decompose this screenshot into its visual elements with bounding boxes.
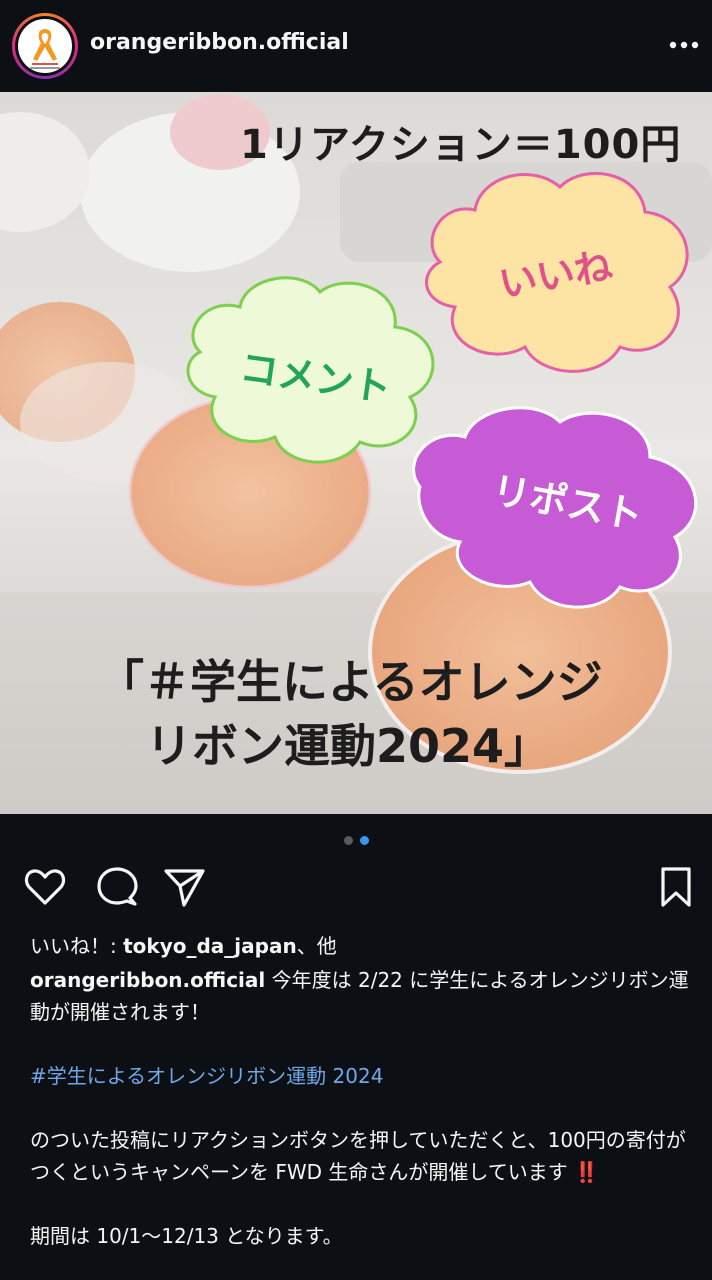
likes-summary: いいね！: tokyo_da_japan、他	[30, 930, 337, 959]
carousel-indicator	[0, 836, 712, 846]
caption-text-3: 期間は 10/1～12/13 となります。	[30, 1224, 343, 1248]
liked-by-user[interactable]: tokyo_da_japan	[123, 934, 297, 958]
heart-icon[interactable]	[22, 864, 68, 914]
caption-paragraph-3: のついた投稿にリアクションボタンを押していただくと、100円の寄付がつくというキ…	[30, 1124, 690, 1188]
more-options-icon[interactable]	[664, 36, 704, 56]
post-caption: orangeribbon.official 今年度は 2/22 に学生によるオレ…	[30, 964, 690, 1280]
caption-paragraph-1: orangeribbon.official 今年度は 2/22 に学生によるオレ…	[30, 964, 690, 1028]
post-username[interactable]: orangeribbon.official	[90, 30, 349, 55]
campaign-title-line1: 「＃学生によるオレンジ	[98, 655, 603, 709]
post-header: orangeribbon.official	[0, 0, 712, 92]
likes-suffix[interactable]: 、他	[297, 934, 337, 958]
caption-paragraph-2: #学生によるオレンジリボン運動 2024	[30, 1060, 690, 1092]
comment-icon[interactable]	[94, 864, 140, 914]
caption-username[interactable]: orangeribbon.official	[30, 968, 265, 992]
post-actions	[0, 864, 712, 912]
campaign-title: 「＃学生によるオレンジ リボン運動2024」	[98, 650, 603, 778]
carousel-dot[interactable]	[343, 836, 353, 845]
campaign-title-line2: リボン運動2024」	[146, 719, 551, 773]
orange-ribbon-logo-icon	[18, 19, 72, 73]
caption-hashtag[interactable]: #学生によるオレンジリボン運動 2024	[30, 1064, 383, 1088]
post-image[interactable]: 1リアクション＝100円 いいね コメント リポスト 「＃学生によるオレンジ リ…	[0, 92, 712, 814]
double-exclamation-emoji: ‼️	[574, 1160, 600, 1184]
caption-paragraph-4: 期間は 10/1～12/13 となります。	[30, 1220, 690, 1252]
likes-prefix: いいね！:	[30, 934, 124, 958]
send-icon[interactable]	[160, 864, 208, 914]
avatar[interactable]	[12, 13, 78, 79]
reaction-title: 1リアクション＝100円	[240, 122, 682, 168]
carousel-dot-active[interactable]	[359, 836, 369, 845]
bookmark-icon[interactable]	[656, 864, 696, 914]
